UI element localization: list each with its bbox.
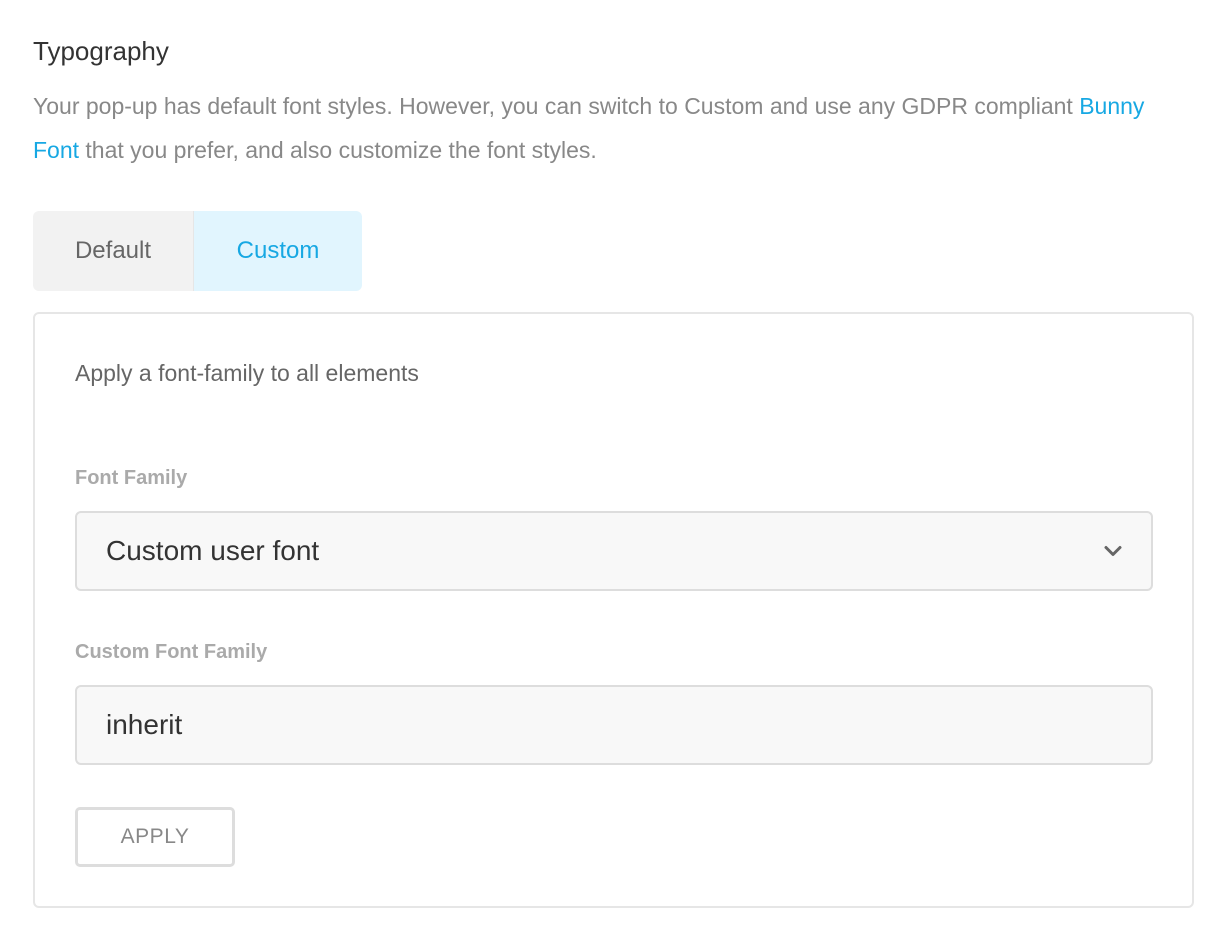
custom-font-family-input[interactable]: [75, 685, 1153, 765]
custom-font-family-label: Custom Font Family: [75, 641, 268, 663]
panel-heading: Apply a font-family to all elements: [75, 360, 419, 386]
chevron-down-icon: [1104, 546, 1122, 556]
description-text-start: Your pop-up has default font styles. How…: [33, 93, 1080, 119]
section-title: Typography: [33, 36, 169, 66]
typography-section: Typography Your pop-up has default font …: [33, 30, 1194, 908]
tab-custom[interactable]: Custom: [194, 211, 362, 291]
font-style-tabs: Default Custom: [33, 211, 362, 291]
tab-default[interactable]: Default: [33, 211, 193, 291]
font-family-select[interactable]: Custom user font: [75, 511, 1153, 591]
font-family-label: Font Family: [75, 467, 188, 489]
custom-font-panel: Apply a font-family to all elements Font…: [33, 312, 1194, 908]
description-text-end: that you prefer, and also customize the …: [79, 137, 597, 163]
apply-button[interactable]: APPLY: [75, 807, 235, 867]
font-family-selected-value: Custom user font: [106, 535, 320, 566]
section-description: Your pop-up has default font styles. How…: [33, 84, 1194, 172]
